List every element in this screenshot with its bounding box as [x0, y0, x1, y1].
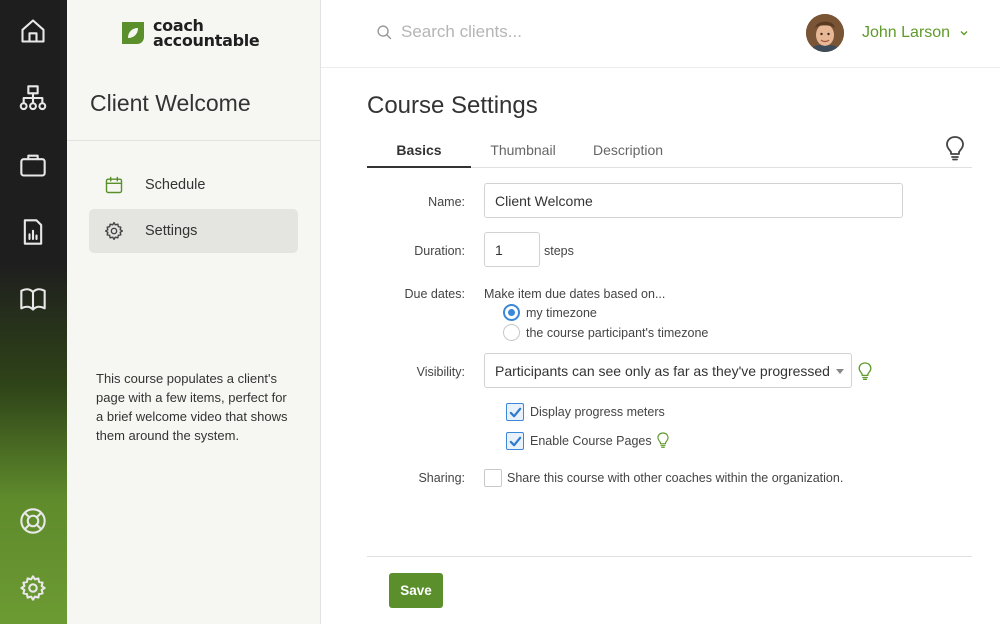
search-icon — [377, 24, 392, 39]
duration-unit: steps — [544, 244, 574, 258]
course-pages-label: Enable Course Pages — [530, 434, 652, 448]
course-description: This course populates a client's page wi… — [96, 371, 288, 443]
divider — [367, 556, 972, 557]
course-nav-label: Settings — [145, 223, 198, 239]
settings-tabs: Basics Thumbnail Description — [367, 139, 972, 168]
user-name: John Larson — [862, 24, 951, 41]
due-dates-label: Due dates: — [404, 287, 465, 301]
due-radio-participant-timezone[interactable] — [503, 324, 520, 341]
gear-icon[interactable] — [18, 573, 48, 603]
sharing-text: Share this course with other coaches wit… — [507, 471, 844, 485]
lifebuoy-icon[interactable] — [18, 506, 48, 536]
course-pages-checkbox[interactable] — [506, 432, 524, 450]
tab-thumbnail[interactable]: Thumbnail — [479, 139, 567, 168]
name-label: Name: — [428, 195, 465, 209]
briefcase-icon[interactable] — [18, 150, 48, 180]
avatar — [806, 14, 844, 52]
org-chart-icon[interactable] — [18, 83, 48, 113]
user-menu[interactable]: John Larson — [806, 14, 969, 52]
course-nav-schedule[interactable]: Schedule — [89, 163, 298, 207]
lightbulb-icon[interactable] — [944, 135, 966, 161]
course-nav-label: Schedule — [145, 177, 206, 193]
progress-meters-label: Display progress meters — [530, 405, 665, 419]
duration-label: Duration: — [414, 244, 465, 258]
brand-line-2: accountable — [153, 31, 260, 50]
sharing-label: Sharing: — [418, 471, 465, 485]
course-sidebar: coach accountable Client Welcome Schedul… — [67, 0, 321, 624]
course-nav-settings[interactable]: Settings — [89, 209, 298, 253]
home-icon[interactable] — [18, 16, 48, 46]
duration-field[interactable] — [484, 232, 540, 267]
gear-icon — [104, 221, 124, 241]
save-button[interactable]: Save — [389, 573, 443, 608]
name-field[interactable] — [484, 183, 903, 218]
dropdown-arrow-icon — [836, 369, 844, 374]
app-nav-rail — [0, 0, 67, 624]
course-pages-help-lightbulb-icon[interactable] — [656, 431, 670, 449]
visibility-label: Visibility: — [416, 365, 465, 379]
due-option-my-timezone: my timezone — [526, 306, 597, 320]
course-nav: Schedule Settings — [89, 163, 298, 255]
due-option-participant-timezone: the course participant's timezone — [526, 326, 709, 340]
due-radio-my-timezone[interactable] — [503, 304, 520, 321]
report-icon[interactable] — [18, 217, 48, 247]
brand-logo[interactable]: coach accountable — [119, 18, 260, 50]
tab-basics[interactable]: Basics — [367, 139, 471, 168]
divider — [67, 140, 321, 141]
top-bar: John Larson — [321, 0, 1000, 68]
course-title: Client Welcome — [90, 90, 251, 116]
visibility-help-lightbulb-icon[interactable] — [857, 361, 873, 381]
visibility-value: Participants can see only as far as they… — [495, 363, 830, 379]
search-input[interactable] — [401, 22, 681, 42]
due-dates-prompt: Make item due dates based on... — [484, 287, 666, 301]
page-title: Course Settings — [367, 92, 538, 119]
sharing-checkbox[interactable] — [484, 469, 502, 487]
search-bar — [376, 22, 681, 42]
brand-leaf-icon — [122, 22, 144, 44]
book-icon[interactable] — [18, 284, 48, 314]
visibility-select[interactable]: Participants can see only as far as they… — [484, 353, 852, 388]
progress-meters-checkbox[interactable] — [506, 403, 524, 421]
chevron-down-icon — [960, 31, 968, 36]
calendar-icon — [105, 176, 123, 194]
tab-description[interactable]: Description — [579, 139, 677, 168]
